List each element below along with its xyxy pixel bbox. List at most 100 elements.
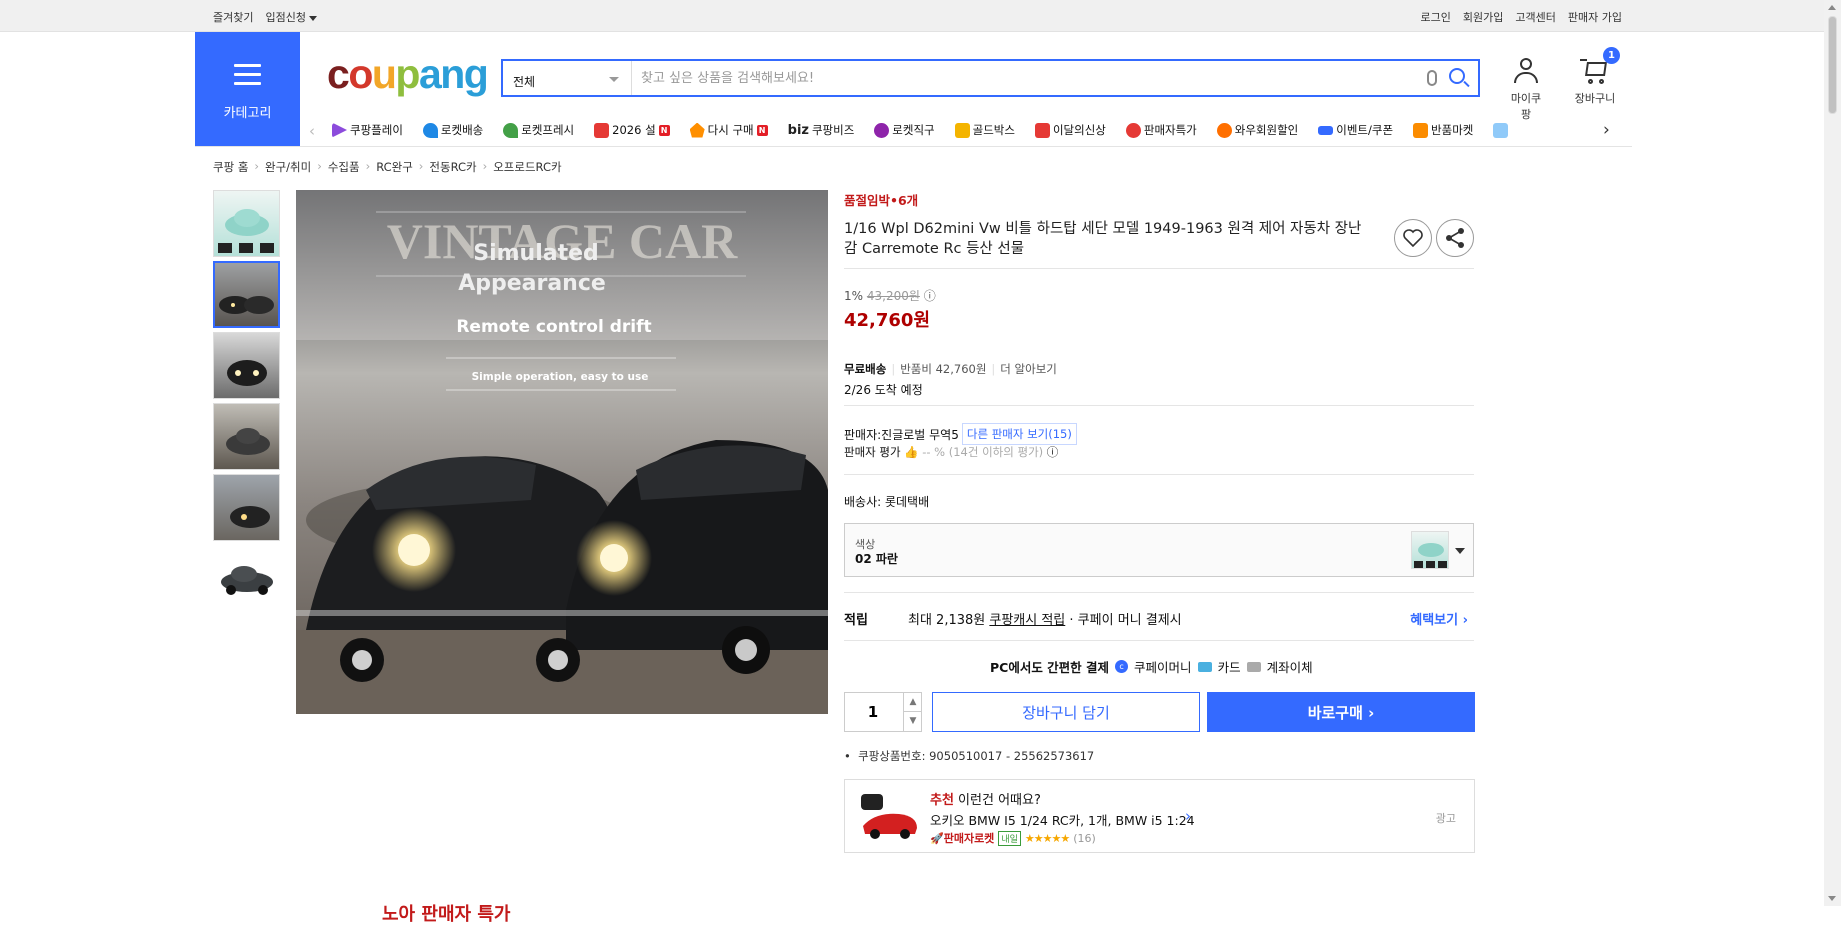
nav-item-events-coupons[interactable]: 이벤트/쿠폰 — [1318, 122, 1393, 138]
bank-icon — [1246, 661, 1261, 672]
breadcrumb-item[interactable]: RC완구 — [376, 159, 413, 175]
nav-item-wow-discount[interactable]: 와우회원할인 — [1216, 122, 1298, 138]
coupang-cash-link[interactable]: 쿠팡캐시 적립 — [989, 609, 1065, 628]
info-icon[interactable]: ⓘ — [924, 289, 936, 303]
seller-signup-link[interactable]: 판매자 가입 — [1568, 9, 1622, 25]
category-label: 카테고리 — [223, 106, 272, 121]
breadcrumb-item[interactable]: 완구/취미 — [265, 159, 311, 175]
sale-price: 42,760원 — [844, 310, 931, 331]
gift-icon — [594, 122, 610, 138]
scroll-down-arrow-icon[interactable] — [1828, 896, 1836, 901]
reward-condition: · 쿠페이 머니 결제시 — [1069, 613, 1182, 628]
product-main-image[interactable]: VINTAGE CAR Simulated Appearance Remote … — [296, 190, 828, 714]
reward-label: 적립 — [844, 613, 868, 628]
discount-row: 1% 43,200원 ⓘ — [844, 287, 936, 304]
home-icon — [689, 122, 705, 138]
reward-amount: 최대 2,138원 — [908, 613, 986, 628]
biz-icon: biz — [787, 122, 809, 138]
product-thumbnail-selected[interactable] — [213, 261, 280, 328]
quantity-stepper: ▲ ▼ — [844, 692, 922, 732]
courier-info: 배송사: 롯데택배 — [844, 495, 930, 509]
nav-item-rocket-fresh[interactable]: 로켓프레시 — [503, 122, 574, 138]
quantity-up-icon[interactable]: ▲ — [903, 693, 922, 712]
nav-item-rocket-delivery[interactable]: 로켓배송 — [422, 122, 483, 138]
recommendation-card[interactable]: 추천 이런건 어때요? 오키오 BMW I5 1/24 RC카, 1개, BMW… — [844, 779, 1475, 853]
nav-item-seller-deals[interactable]: 판매자특가 — [1125, 122, 1197, 138]
shopping-bag-icon — [1034, 122, 1050, 138]
bookmark-link[interactable]: 즐겨찾기 — [213, 9, 253, 25]
thumbnail-list — [213, 190, 280, 616]
coupang-logo[interactable]: coupang — [327, 52, 489, 96]
nav-item-rocket-global[interactable]: 로켓직구 — [874, 122, 935, 138]
top-utility-bar: 즐겨찾기 입점신청 로그인 회원가입 고객센터 판매자 가입 — [0, 0, 1824, 32]
learn-more-link[interactable]: 더 알아보기 — [1000, 362, 1057, 376]
login-link[interactable]: 로그인 — [1421, 9, 1451, 25]
person-icon — [1511, 56, 1541, 86]
microphone-icon[interactable] — [1427, 70, 1437, 86]
nav-item-more[interactable] — [1493, 122, 1511, 138]
product-thumbnail[interactable] — [213, 332, 280, 399]
quantity-down-icon[interactable]: ▼ — [903, 712, 922, 731]
info-icon[interactable]: ⓘ — [1047, 445, 1059, 459]
breadcrumb-item[interactable]: 전동RC카 — [429, 159, 476, 175]
payment-method: 쿠페이머니 — [1134, 660, 1192, 675]
nav-prev-icon[interactable]: ‹ — [309, 122, 315, 140]
share-button[interactable] — [1436, 219, 1474, 257]
mypage-button[interactable]: 마이쿠팡 — [1508, 56, 1544, 122]
breadcrumb-item[interactable]: 쿠팡 홈 — [213, 159, 248, 175]
customer-center-link[interactable]: 고객센터 — [1515, 9, 1555, 25]
nav-next-icon[interactable]: › — [1603, 120, 1610, 140]
divider — [844, 592, 1474, 593]
overlay-line2: Appearance — [458, 271, 606, 296]
search-category-select[interactable]: 전체 — [503, 61, 632, 95]
divider — [844, 474, 1474, 475]
review-count: (16) — [1073, 831, 1096, 845]
option-thumbnail — [1411, 531, 1449, 569]
category-menu-button[interactable]: 카테고리 — [195, 32, 300, 147]
color-option-select[interactable]: 색상 02 파란 — [844, 523, 1474, 577]
page-scrollbar[interactable] — [1824, 0, 1841, 906]
nav-item-new-arrivals[interactable]: 이달의신상 — [1034, 122, 1106, 138]
divider — [844, 640, 1474, 641]
buy-now-button[interactable]: 바로구매 › — [1207, 692, 1475, 732]
quantity-input[interactable] — [845, 693, 901, 731]
nav-item-goldbox[interactable]: 골드박스 — [954, 122, 1015, 138]
original-price: 43,200원 — [866, 289, 920, 303]
add-to-cart-button[interactable]: 장바구니 담기 — [932, 692, 1200, 732]
free-shipping-label: 무료배송 — [844, 362, 887, 376]
nav-item-coupang-biz[interactable]: biz 쿠팡비즈 — [788, 122, 855, 138]
tomorrow-badge: 내일 — [998, 830, 1021, 846]
signup-link[interactable]: 회원가입 — [1463, 9, 1503, 25]
nav-item-return-market[interactable]: 반품마켓 — [1413, 122, 1473, 138]
seller-rocket-badge: 🚀판매자로켓 — [930, 832, 995, 845]
nav-item-coupang-play[interactable]: 쿠팡플레이 — [332, 122, 403, 138]
percent-icon — [1125, 122, 1141, 138]
search-input[interactable] — [641, 65, 1401, 91]
product-thumbnail[interactable] — [213, 545, 280, 612]
return-fee: 반품비 42,760원 — [900, 362, 987, 376]
nav-item-lunar-new-year[interactable]: 2026 설N — [594, 122, 670, 138]
product-title: 1/16 Wpl D62mini Vw 비틀 하드탑 세단 모델 1949-19… — [844, 221, 1362, 257]
seller-rating-row: 판매자 평가 👍 -- % (14건 이하의 평가) ⓘ — [844, 445, 1059, 459]
product-thumbnail[interactable] — [213, 403, 280, 470]
market-icon — [1413, 122, 1429, 138]
product-thumbnail[interactable] — [213, 474, 280, 541]
breadcrumb: 쿠팡 홈 › 완구/취미 › 수집품 › RC완구 › 전동RC카 › 오프로드RC카 — [213, 159, 562, 175]
breadcrumb-item[interactable]: 오프로드RC카 — [493, 159, 561, 175]
wow-icon — [1216, 122, 1232, 138]
other-sellers-button[interactable]: 다른 판매자 보기(15) — [961, 423, 1077, 445]
category-nav: ‹ 쿠팡플레이 로켓배송 로켓프레시 2026 설N 다시 구매 N biz 쿠팡비… — [305, 117, 1635, 145]
scroll-up-arrow-icon[interactable] — [1828, 5, 1836, 10]
globe-rocket-icon — [874, 122, 890, 138]
benefit-view-link[interactable]: 혜택보기 › — [1410, 609, 1468, 628]
product-thumbnail[interactable] — [213, 190, 280, 257]
breadcrumb-item[interactable]: 수집품 — [328, 159, 360, 175]
chevron-right-icon[interactable]: › — [1185, 807, 1191, 825]
seller-name[interactable]: 진글로벌 무역5 — [881, 426, 959, 443]
nav-item-rebuy[interactable]: 다시 구매 N — [689, 122, 768, 138]
scrollbar-thumb[interactable] — [1828, 16, 1837, 114]
vendor-apply-link[interactable]: 입점신청 — [265, 9, 317, 25]
search-icon[interactable] — [1449, 68, 1465, 84]
wishlist-button[interactable] — [1394, 219, 1432, 257]
overlay-line1: Simulated — [473, 241, 599, 266]
